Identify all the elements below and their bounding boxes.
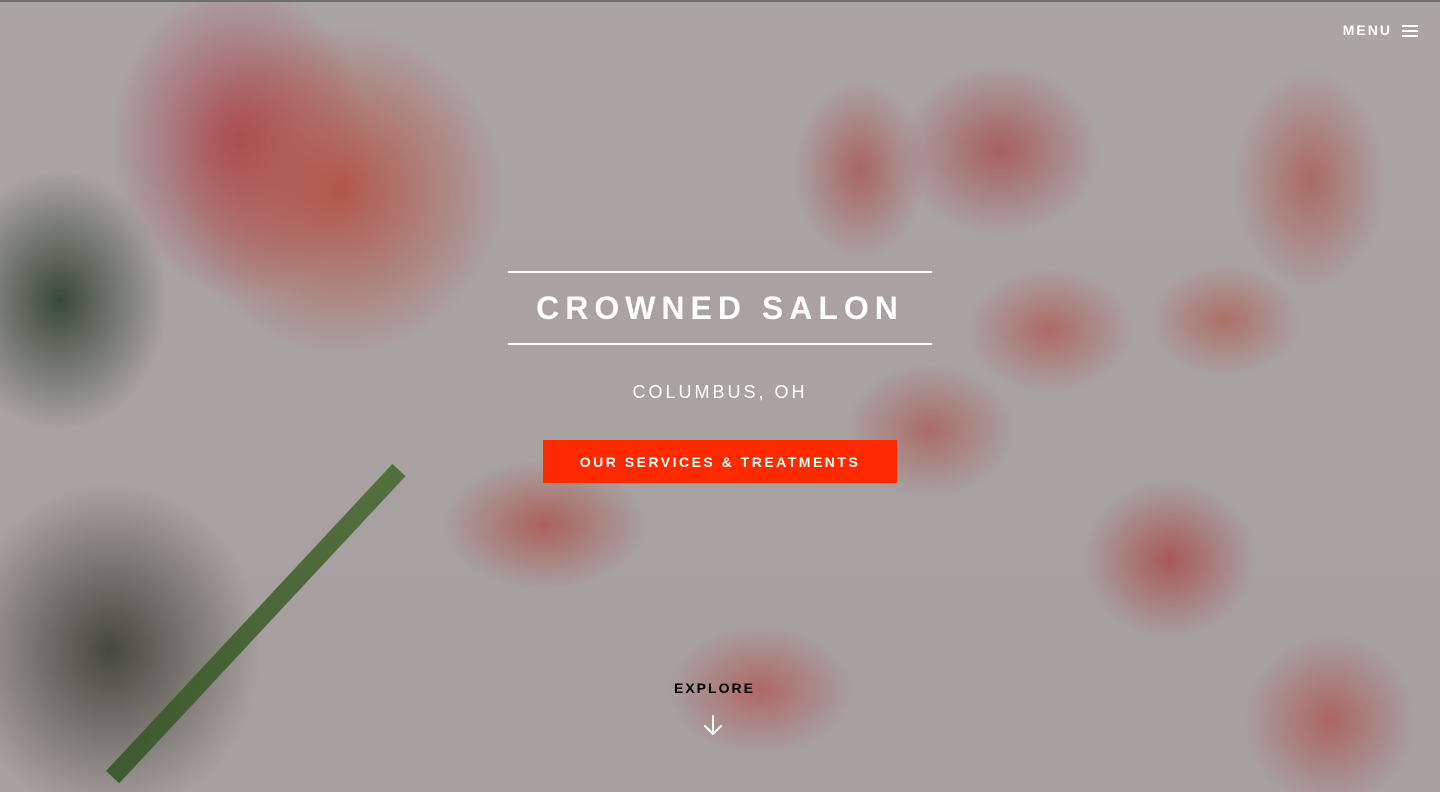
services-treatments-button[interactable]: OUR SERVICES & TREATMENTS — [543, 440, 897, 483]
arrow-down-icon — [704, 715, 722, 735]
location-text: COLUMBUS, OH — [632, 382, 808, 402]
explore-link[interactable]: EXPLORE — [674, 679, 766, 735]
hero-content: CROWNED SALON COLUMBUS, OH OUR SERVICES … — [0, 0, 1440, 792]
explore-label: EXPLORE — [674, 680, 755, 696]
page-title: CROWNED SALON — [536, 290, 904, 326]
title-frame: CROWNED SALON — [508, 271, 932, 345]
